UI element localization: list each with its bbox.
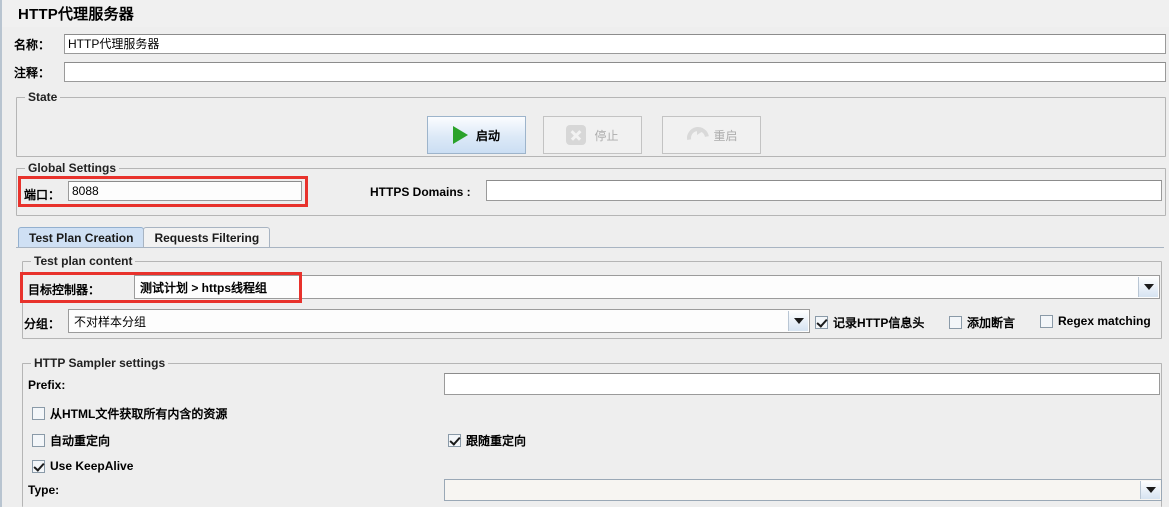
http-proxy-server-panel: HTTP代理服务器 名称： HTTP代理服务器 注释： State 启动 停止 … [0, 0, 1169, 507]
name-input[interactable]: HTTP代理服务器 [64, 34, 1166, 54]
comment-label: 注释： [14, 65, 51, 80]
page-title: HTTP代理服务器 [18, 6, 134, 23]
prefix-input[interactable] [444, 373, 1160, 395]
checkbox-icon [32, 434, 45, 447]
auto-redirect-checkbox[interactable]: 自动重定向 [32, 432, 110, 449]
grouping-combo[interactable]: 不对样本分组 [68, 309, 810, 333]
prefix-label: Prefix: [28, 378, 66, 392]
checkbox-icon [1040, 314, 1053, 328]
title-bar: HTTP代理服务器 [2, 0, 1169, 27]
chevron-down-icon[interactable] [788, 311, 808, 331]
tab-underline [16, 247, 1164, 248]
tab-test-plan-creation-label: Test Plan Creation [29, 231, 134, 245]
global-settings-group-title: Global Settings [25, 161, 120, 175]
https-domains-input[interactable] [486, 180, 1162, 201]
test-plan-content-group-title: Test plan content [31, 254, 136, 268]
regex-matching-checkbox[interactable]: Regex matching [1040, 314, 1151, 328]
type-combo[interactable] [444, 479, 1162, 501]
target-controller-combo[interactable]: 测试计划 > https线程组 [134, 275, 1160, 299]
type-label: Type: [28, 483, 60, 497]
checkbox-icon [949, 316, 962, 329]
add-assertions-checkbox[interactable]: 添加断言 [949, 314, 1015, 331]
follow-redirect-label: 跟随重定向 [466, 434, 527, 448]
tab-test-plan-creation[interactable]: Test Plan Creation [18, 227, 145, 248]
add-assertions-label: 添加断言 [967, 316, 1016, 330]
follow-redirect-checkbox[interactable]: 跟随重定向 [448, 432, 526, 449]
port-input[interactable]: 8088 [68, 181, 302, 201]
play-icon [452, 126, 468, 144]
tabstrip: Test Plan Creation Requests Filtering [18, 227, 271, 248]
checkbox-icon [448, 434, 461, 447]
stop-button-label: 停止 [594, 128, 619, 143]
tab-requests-filtering-label: Requests Filtering [154, 231, 260, 245]
auto-redirect-label: 自动重定向 [50, 434, 111, 448]
restart-icon [685, 126, 705, 144]
use-keepalive-checkbox[interactable]: Use KeepAlive [32, 459, 133, 473]
http-sampler-settings-group-title: HTTP Sampler settings [31, 356, 169, 370]
stop-icon [566, 125, 587, 145]
name-label: 名称： [14, 37, 51, 52]
checkbox-icon [32, 459, 45, 473]
retrieve-embedded-resources-checkbox[interactable]: 从HTML文件获取所有内含的资源 [32, 405, 227, 422]
state-group-title: State [25, 90, 61, 104]
chevron-down-icon[interactable] [1140, 481, 1160, 499]
grouping-value: 不对样本分组 [74, 314, 147, 329]
retrieve-embedded-resources-label: 从HTML文件获取所有内含的资源 [50, 407, 228, 421]
restart-button[interactable]: 重启 [662, 116, 761, 154]
https-domains-label: HTTPS Domains : [370, 185, 471, 199]
stop-button[interactable]: 停止 [543, 116, 642, 154]
start-button-label: 启动 [475, 128, 500, 143]
use-keepalive-label: Use KeepAlive [50, 459, 134, 473]
restart-button-label: 重启 [713, 128, 738, 143]
tab-requests-filtering[interactable]: Requests Filtering [143, 227, 271, 248]
capture-http-headers-label: 记录HTTP信息头 [833, 316, 925, 330]
checkbox-icon [815, 316, 828, 329]
capture-http-headers-checkbox[interactable]: 记录HTTP信息头 [815, 314, 924, 331]
chevron-down-icon[interactable] [1138, 277, 1158, 297]
grouping-label: 分组： [24, 317, 61, 331]
start-button[interactable]: 启动 [427, 116, 526, 154]
regex-matching-label: Regex matching [1058, 314, 1151, 328]
port-label: 端口： [24, 188, 61, 202]
target-controller-label: 目标控制器： [28, 283, 101, 297]
checkbox-icon [32, 407, 45, 420]
comment-input[interactable] [64, 62, 1166, 82]
target-controller-value: 测试计划 > https线程组 [140, 280, 268, 295]
